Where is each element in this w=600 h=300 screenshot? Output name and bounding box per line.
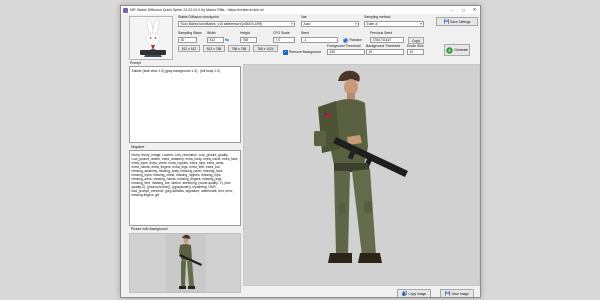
previous-seed-label: Previous Seed — [370, 31, 393, 35]
close-icon[interactable]: ✕ — [469, 6, 480, 14]
app-window: MR Stable Diffusion Quick Sprite 24.02.0… — [120, 5, 481, 298]
save-settings-button[interactable]: Save Settings — [436, 17, 478, 26]
sampling-method-select[interactable]: Euler a — [364, 21, 424, 27]
width-label: Width — [207, 31, 216, 35]
cfg-scale-label: CFG Scale — [273, 31, 290, 35]
save-image-button[interactable]: Save Image — [440, 289, 474, 297]
copy-icon — [402, 291, 407, 296]
previous-seed-input[interactable]: 3784731627 — [370, 37, 404, 43]
vae-select[interactable]: Auto — [301, 21, 359, 27]
generate-label: Generate — [454, 48, 469, 52]
copy-image-button[interactable]: Copy Image — [397, 289, 431, 297]
generated-image-preview — [243, 64, 480, 286]
app-icon — [123, 7, 128, 13]
size-preset-768x768-button[interactable]: 768 x 768 — [228, 45, 250, 52]
background-threshold-input[interactable]: 10 — [366, 49, 404, 55]
copy-seed-button[interactable]: Copy — [408, 37, 424, 44]
swap-dimensions-icon[interactable]: ⇆ — [225, 37, 229, 43]
width-input[interactable]: 512 — [207, 37, 224, 43]
seed-label: Seed — [301, 31, 309, 35]
checkpoint-label: Stable Diffusion checkpoint — [178, 15, 219, 19]
generate-button[interactable]: Generate — [444, 44, 470, 56]
checkpoint-select[interactable]: Toon Babes toonBabes_v10.safetensors [c5… — [178, 21, 295, 27]
sampling-method-label: Sampling method — [364, 15, 391, 19]
save-image-label: Save Image — [451, 291, 470, 296]
background-threshold-label: Background Threshold — [366, 44, 401, 48]
dice-icon — [343, 38, 348, 42]
foreground-threshold-input[interactable]: 240 — [327, 49, 365, 55]
random-seed-button[interactable]: Random — [342, 37, 363, 43]
height-input[interactable]: 768 — [240, 37, 257, 43]
remove-background-label: Remove Background — [289, 50, 321, 54]
checkpoint-thumbnail — [129, 16, 173, 60]
size-preset-768x1024-button[interactable]: 768 x 1024 — [253, 45, 278, 52]
floppy-disk-icon — [443, 19, 449, 24]
maximize-icon[interactable]: □ — [458, 6, 469, 14]
erode-size-label: Erode Size — [407, 44, 424, 48]
cfg-scale-input[interactable]: 7.0 — [273, 37, 295, 43]
title-bar: MR Stable Diffusion Quick Sprite 24.02.0… — [121, 6, 480, 14]
negative-label: Negative — [131, 145, 145, 149]
window-title: MR Stable Diffusion Quick Sprite 24.02.0… — [130, 8, 264, 12]
random-label: Random — [349, 38, 362, 42]
picture-with-background-label: Picture with Background — [131, 227, 168, 231]
vae-label: Vae — [301, 15, 307, 19]
sampling-steps-label: Sampling Steps — [178, 31, 202, 35]
remove-background-checkbox[interactable]: ✓ — [283, 50, 288, 55]
size-preset-512x768-button[interactable]: 512 x 768 — [203, 45, 225, 52]
play-icon — [446, 46, 453, 54]
soldier-image — [314, 70, 408, 263]
floppy-disk-icon — [445, 291, 450, 296]
save-settings-label: Save Settings — [450, 19, 471, 24]
soldier-thumbnail-image — [166, 234, 206, 292]
rabbit-illustration — [130, 17, 172, 59]
height-label: Height — [240, 31, 250, 35]
copy-image-label: Copy Image — [408, 291, 427, 296]
sampling-steps-input[interactable]: 30 — [178, 37, 197, 43]
erode-size-input[interactable]: 10 — [407, 49, 424, 55]
seed-input[interactable]: -1 — [301, 37, 338, 43]
prompt-textarea[interactable]: Soldier (side view 1.3) (gray background… — [129, 66, 241, 143]
picture-with-background-preview — [129, 233, 241, 293]
negative-textarea[interactable]: blurry, blurry_image, Lowres, Low_resolu… — [129, 150, 241, 226]
foreground-threshold-label: Foreground Threshold — [327, 44, 361, 48]
minimize-icon[interactable]: – — [447, 6, 458, 14]
size-preset-512x512-button[interactable]: 512 x 512 — [178, 45, 200, 52]
prompt-label: Prompt — [130, 61, 141, 65]
